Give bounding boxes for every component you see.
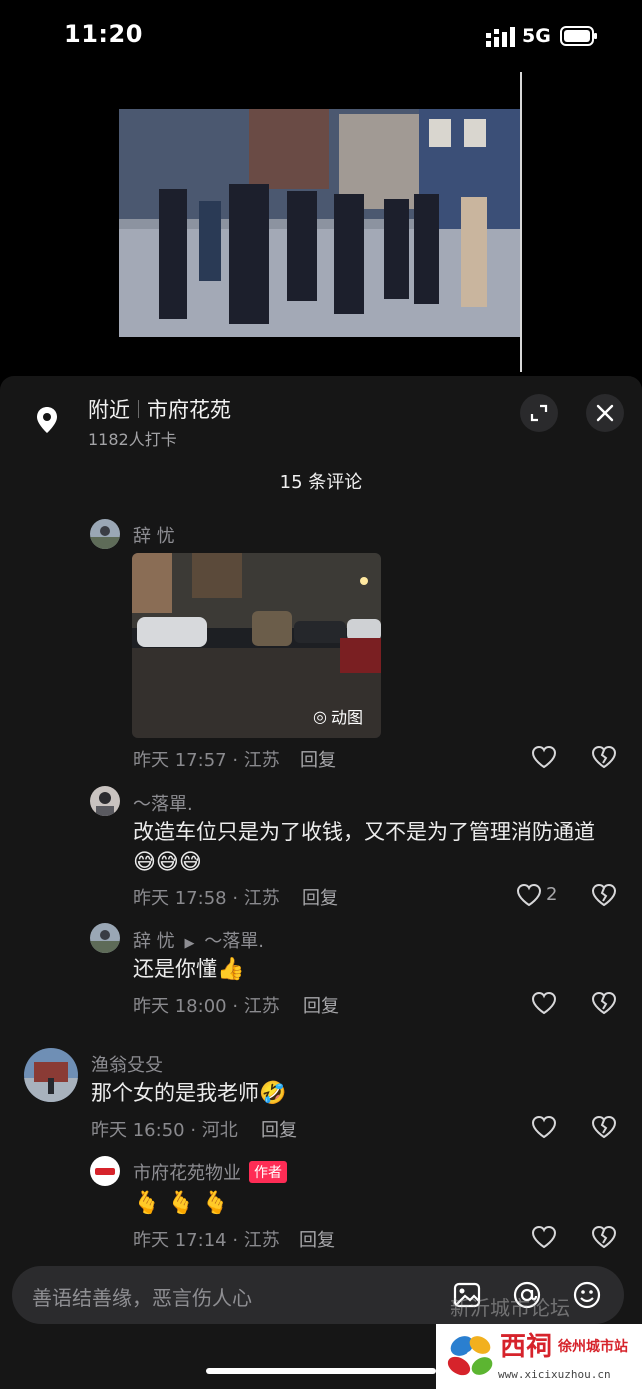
comment-username[interactable]: 辞 忧 (133, 522, 175, 548)
reply-arrow-icon: ▶ (184, 936, 195, 951)
home-indicator[interactable] (206, 1368, 436, 1374)
close-icon (596, 404, 614, 422)
broken-heart-icon[interactable] (591, 883, 617, 907)
emoji: 😅😅😅 (133, 850, 202, 875)
status-time: 11:20 (64, 20, 143, 48)
checkin-count: 1182人打卡 (88, 430, 177, 449)
broken-heart-icon[interactable] (591, 745, 617, 769)
location-label: 附近 (88, 398, 130, 422)
avatar[interactable] (24, 1048, 78, 1102)
emoji: 🤣 (259, 1081, 287, 1106)
broken-heart-icon[interactable] (591, 991, 617, 1015)
heart-icon[interactable] (531, 1115, 557, 1139)
comment-username-line: 辞 忧 ▶ ～落單. (133, 927, 264, 953)
comment-sheet: 附近 市府花苑 1182人打卡 15 条评论 辞 忧 ◎ 动图 昨天 17:57… (0, 376, 642, 1389)
avatar[interactable] (90, 1156, 120, 1186)
comment-input[interactable]: 善语结善缘，恶言伤人心 (32, 1282, 252, 1311)
reply-button[interactable]: 回复 (300, 746, 336, 772)
avatar[interactable] (90, 786, 120, 816)
map-pin-icon (37, 407, 57, 433)
network-type: 5G (522, 25, 551, 47)
author-badge: 作者 (249, 1161, 287, 1183)
divider (138, 400, 139, 418)
logo-url: www.xicixuzhou.cn (498, 1368, 611, 1381)
comment-text: 🫰 🫰 🫰 (133, 1188, 229, 1219)
heart-icon[interactable] (531, 745, 557, 769)
emoji: 👍 (217, 957, 245, 982)
comment-meta: 昨天 17:14 · 江苏 (133, 1230, 280, 1251)
reply-button[interactable]: 回复 (299, 1226, 335, 1252)
battery-icon (560, 26, 597, 46)
comment-username[interactable]: 市府花苑物业 (133, 1163, 241, 1184)
comment-count: 15 条评论 (279, 472, 363, 493)
avatar[interactable] (90, 923, 120, 953)
broken-heart-icon[interactable] (591, 1225, 617, 1249)
broken-heart-icon[interactable] (591, 1115, 617, 1139)
gif-image[interactable]: ◎ 动图 (132, 553, 381, 738)
logo-subtitle: 徐州城市站 (558, 1339, 628, 1355)
comment-meta: 昨天 17:57 · 江苏 (133, 750, 280, 771)
comment-text: 那个女的是我老师🤣 (91, 1078, 286, 1109)
gif-badge: ◎ 动图 (313, 704, 363, 728)
gif-icon: ◎ (313, 706, 327, 726)
gif-label: 动图 (330, 708, 363, 727)
like-count: 2 (546, 884, 558, 905)
progress-indicator (520, 72, 522, 372)
emoji: 🫰 🫰 🫰 (133, 1191, 230, 1216)
video-frame[interactable] (119, 109, 521, 337)
signal-icon (486, 27, 515, 47)
expand-icon (530, 404, 548, 422)
comment-meta: 昨天 16:50 · 河北 (91, 1120, 238, 1141)
close-button[interactable] (586, 394, 624, 432)
smile-icon[interactable] (572, 1280, 602, 1310)
comment-body: 改造车位只是为了收钱，又不是为了管理消防通道 (133, 820, 595, 844)
location-place: 市府花苑 (147, 398, 231, 422)
heart-icon[interactable] (531, 1225, 557, 1249)
video-player[interactable] (0, 72, 642, 378)
comment-text: 还是你懂👍 (133, 954, 244, 985)
comment-body: 还是你懂 (133, 957, 217, 981)
avatar[interactable] (90, 519, 120, 549)
comment-body: 那个女的是我老师 (91, 1081, 259, 1105)
heart-icon[interactable] (531, 991, 557, 1015)
reply-button[interactable]: 回复 (302, 884, 338, 910)
expand-button[interactable] (520, 394, 558, 432)
watermark-text: 新沂城市论坛 (450, 1296, 570, 1320)
reply-target-username[interactable]: ～落單. (204, 931, 264, 952)
comment-username[interactable]: 辞 忧 (133, 931, 175, 952)
comment-text: 改造车位只是为了收钱，又不是为了管理消防通道 😅😅😅 (133, 817, 613, 878)
comment-meta: 昨天 17:58 · 江苏 (133, 888, 280, 909)
reply-button[interactable]: 回复 (261, 1116, 297, 1142)
heart-icon[interactable] (516, 883, 542, 907)
comment-meta: 昨天 18:00 · 江苏 (133, 996, 280, 1017)
reply-button[interactable]: 回复 (303, 992, 339, 1018)
status-bar: 11:20 5G (0, 0, 642, 72)
site-logo: 西祠 徐州城市站 www.xicixuzhou.cn (436, 1324, 642, 1389)
comment-username[interactable]: 渔翁殳殳 (91, 1051, 163, 1077)
logo-name: 西祠 (500, 1332, 553, 1362)
comment-username-line: 市府花苑物业 作者 (133, 1159, 287, 1185)
comment-username[interactable]: ～落單. (133, 790, 193, 816)
flower-logo-icon (447, 1336, 493, 1376)
location-title[interactable]: 附近 市府花苑 (88, 394, 231, 424)
